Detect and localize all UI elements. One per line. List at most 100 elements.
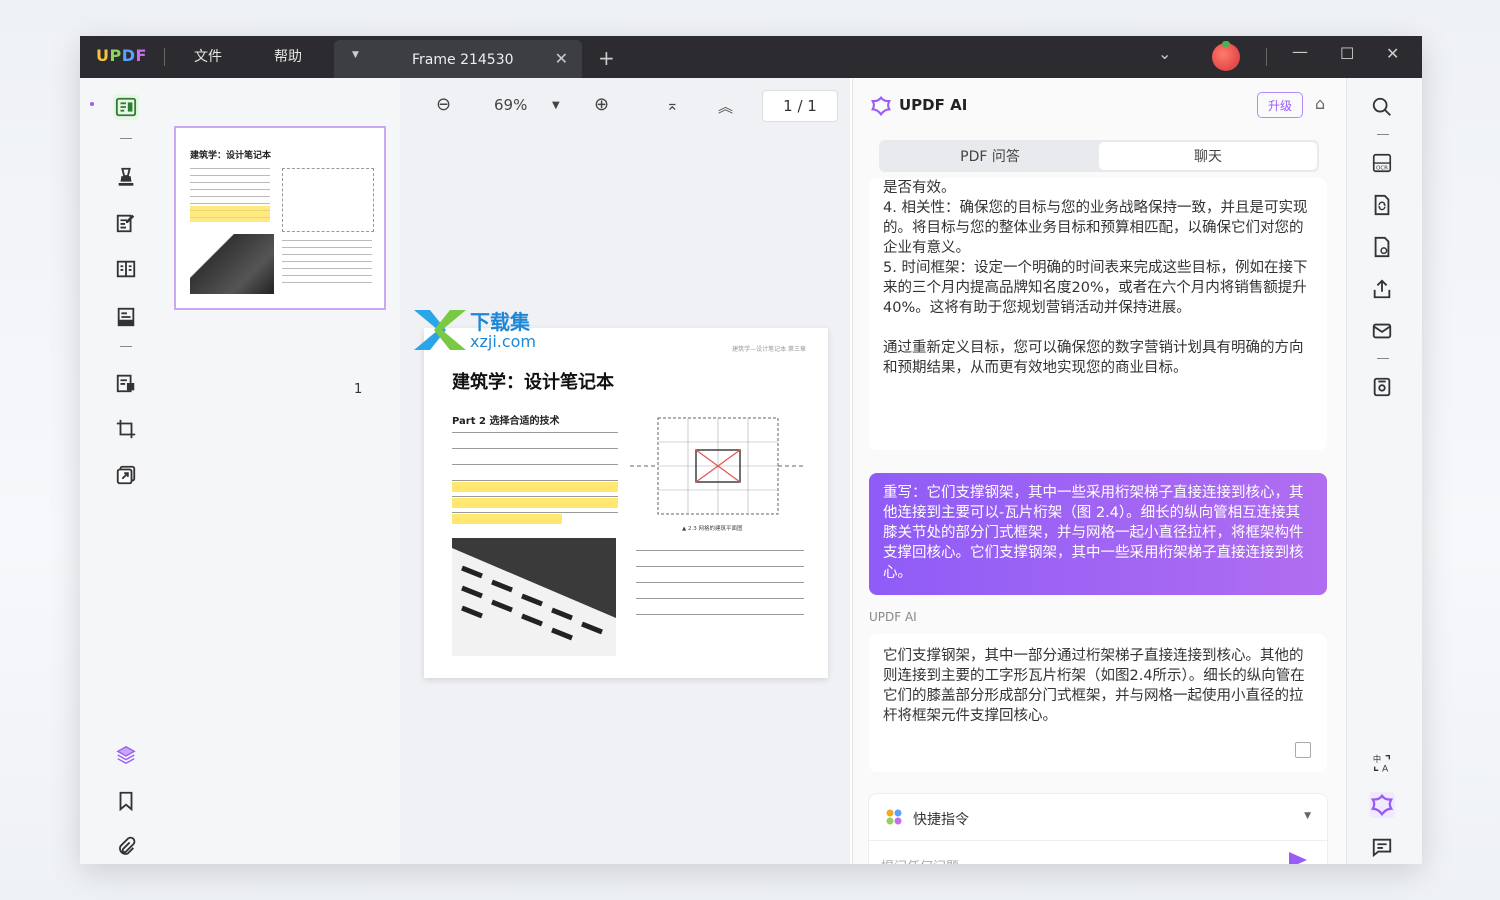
divider: [120, 346, 132, 347]
body-text: [636, 550, 804, 626]
tab-title: Frame 214530: [412, 52, 514, 68]
ai-response-text: 它们支撑钢架，其中一部分通过桁架梯子直接连接到核心。其他的则连接到主要的工字形瓦…: [883, 648, 1305, 724]
minimize-icon[interactable]: —: [1292, 42, 1308, 61]
watermark-logo: 下载集 xzji.com: [412, 306, 572, 354]
zoom-out-icon[interactable]: ⊖: [436, 94, 451, 115]
zoom-in-icon[interactable]: ⊕: [594, 94, 609, 115]
ai-mode-switch: PDF 问答 聊天: [879, 140, 1319, 172]
quick-command-label[interactable]: 快捷指令: [913, 809, 969, 829]
left-tool-rail: [80, 78, 159, 864]
menu-file[interactable]: 文件: [194, 46, 222, 66]
app-window: UPDF 文件 帮助 ▼ Frame 214530 ✕ + ⌄ — ☐ ✕ 建筑…: [80, 36, 1422, 864]
tab-close-icon[interactable]: ✕: [555, 49, 568, 68]
tab-chat[interactable]: 聊天: [1099, 142, 1317, 170]
right-tool-rail: OCR 中A: [1346, 78, 1422, 864]
tab-dropdown-icon[interactable]: ▼: [352, 50, 359, 60]
figure-caption: ▲ 2.3 网格的建筑平面图: [682, 526, 743, 532]
history-line: 通过重新定义目标，您可以确保您的数字营销计划具有明确的方向和预期结果，从而更有效…: [883, 340, 1304, 376]
section-heading: Part 2 选择合适的技术: [452, 416, 560, 427]
ai-sender-label: UPDF AI: [869, 610, 917, 624]
document-tab[interactable]: ▼ Frame 214530 ✕: [334, 40, 582, 78]
ai-title: UPDF AI: [899, 96, 968, 114]
chevron-down-icon[interactable]: ⌄: [1158, 44, 1171, 63]
menu-help[interactable]: 帮助: [274, 46, 302, 66]
chat-history-message: 是否有效。 4. 相关性：确保您的目标与您的业务战略保持一致，并且是可实现的。将…: [869, 178, 1327, 450]
pdf-page: 建筑学—设计笔记本 第三章 建筑学：设计笔记本 Part 2 选择合适的技术 ▲…: [424, 328, 828, 678]
history-line: 5. 时间框架：设定一个明确的时间表来完成这些目标，例如在接下来的三个月内提高品…: [883, 260, 1308, 316]
form-icon[interactable]: [113, 304, 139, 330]
thumb-highlight: [190, 206, 270, 222]
translate-icon[interactable]: 中A: [1369, 750, 1395, 776]
zoom-level[interactable]: 69%: [494, 96, 527, 114]
tab-pdf-qa[interactable]: PDF 问答: [881, 142, 1099, 170]
maximize-icon[interactable]: ☐: [1340, 44, 1354, 63]
save-icon[interactable]: [1369, 374, 1395, 400]
comment-highlight-icon[interactable]: [113, 164, 139, 190]
protect-icon[interactable]: [113, 370, 139, 396]
prev-page-icon[interactable]: ︽: [718, 96, 733, 117]
attachment-icon[interactable]: [113, 834, 139, 860]
highlight: [452, 482, 618, 492]
floor-plan-figure: [630, 417, 806, 515]
page-thumbnail[interactable]: 建筑学：设计笔记本: [174, 126, 386, 310]
quick-command-icon: [885, 808, 903, 826]
new-tab-icon[interactable]: +: [598, 46, 615, 70]
search-icon[interactable]: [1369, 94, 1395, 120]
edit-pdf-icon[interactable]: [113, 210, 139, 236]
thumb-text: [282, 240, 372, 284]
divider: [164, 48, 165, 66]
upgrade-button[interactable]: 升级: [1257, 92, 1303, 118]
thumbnail-panel: 建筑学：设计笔记本 1: [158, 78, 401, 864]
ai-panel: UPDF AI 升级 ⌂ PDF 问答 聊天 是否有效。 4. 相关性：确保您的…: [852, 78, 1347, 864]
svg-text:OCR: OCR: [1376, 165, 1388, 171]
divider: [1266, 48, 1267, 66]
zoom-dropdown-icon[interactable]: ▼: [552, 100, 560, 111]
close-window-icon[interactable]: ✕: [1386, 44, 1399, 63]
divider: [1377, 134, 1389, 135]
ai-input[interactable]: 提问任何问题...: [881, 856, 971, 864]
ai-assistant-icon[interactable]: [1369, 792, 1395, 818]
page-header: 建筑学—设计笔记本 第三章: [732, 346, 806, 353]
ocr-icon[interactable]: OCR: [1369, 150, 1395, 176]
organize-pages-icon[interactable]: [113, 256, 139, 282]
history-line: 是否有效。: [883, 180, 956, 196]
crop-icon[interactable]: [113, 416, 139, 442]
thumb-title: 建筑学：设计笔记本: [190, 151, 272, 161]
share-icon[interactable]: [1369, 276, 1395, 302]
compress-icon[interactable]: [113, 462, 139, 488]
copy-icon[interactable]: [1295, 742, 1311, 758]
user-message: 重写：它们支撑钢架，其中一些采用桁架梯子直接连接到核心，其他连接到主要可以-瓦片…: [869, 473, 1327, 595]
watermark-x-icon: [414, 310, 466, 350]
email-icon[interactable]: [1369, 318, 1395, 344]
page-indicator[interactable]: 1 / 1: [762, 90, 838, 122]
watermark-url: xzji.com: [470, 332, 537, 351]
history-line: 4. 相关性：确保您的目标与您的业务战略保持一致，并且是可实现的。将目标与您的整…: [883, 200, 1308, 256]
send-icon[interactable]: [1289, 852, 1307, 864]
layers-icon[interactable]: [113, 742, 139, 768]
app-logo: UPDF: [96, 46, 147, 65]
building-photo: [452, 538, 616, 656]
divider: [869, 840, 1327, 841]
page-title: 建筑学：设计笔记本: [452, 372, 614, 393]
thumb-photo: [190, 234, 274, 294]
thumbnail-page-number: 1: [354, 382, 363, 397]
svg-text:中: 中: [1373, 754, 1381, 764]
clear-icon[interactable]: ⌂: [1315, 94, 1325, 113]
highlight: [452, 498, 618, 508]
document-viewer: ⊖ 69% ▼ ⊕ ⌅ ︽ 1 / 1 建筑学—设计笔记本 第三章 建筑学：设计…: [400, 78, 850, 864]
bookmark-icon[interactable]: [113, 788, 139, 814]
svg-text:A: A: [1382, 763, 1389, 774]
comments-icon[interactable]: [1369, 834, 1395, 860]
convert-icon[interactable]: [1369, 192, 1395, 218]
active-dot: [90, 102, 94, 106]
divider: [1377, 358, 1389, 359]
reader-icon[interactable]: [113, 94, 139, 120]
avatar[interactable]: [1212, 41, 1240, 71]
quick-command-dropdown-icon[interactable]: ▼: [1304, 811, 1311, 821]
ai-input-area: 快捷指令 ▼ 提问任何问题...: [869, 794, 1327, 864]
history-line: [883, 318, 1313, 338]
highlight: [452, 514, 562, 524]
ai-response: 它们支撑钢架，其中一部分通过桁架梯子直接连接到核心。其他的则连接到主要的工字形瓦…: [869, 634, 1327, 772]
batch-icon[interactable]: [1369, 234, 1395, 260]
first-page-icon[interactable]: ⌅: [666, 96, 679, 114]
